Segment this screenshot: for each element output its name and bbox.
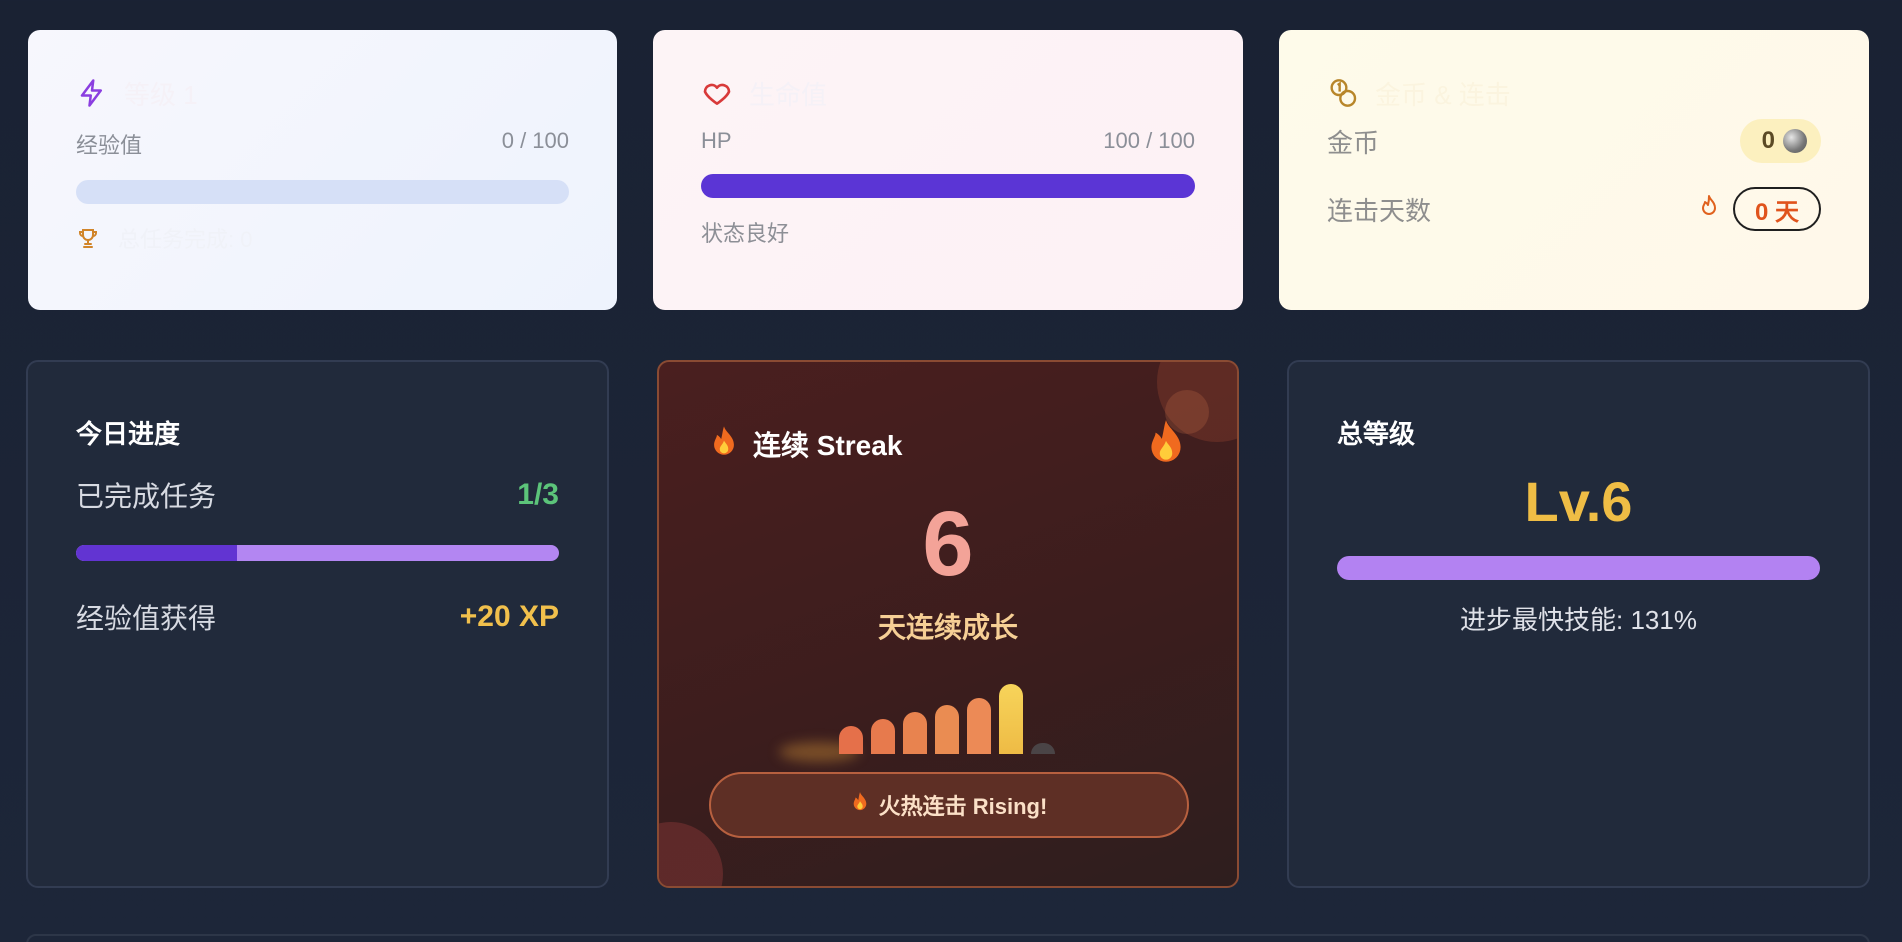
xp-value: 0 / 100 [501,128,569,153]
streak-status-label: 火热连击 Rising! [878,794,1048,819]
streak-bar [903,712,927,754]
streak-status-button[interactable]: 火热连击 Rising! [709,772,1189,838]
xp-progress-bar [76,180,569,204]
hp-status: 状态良好 [701,221,790,246]
coins-icon [1327,77,1359,109]
streak-bar [1031,743,1055,754]
gold-card: 金币 & 连击 金币 0 连击天数 0 天 [1279,30,1869,310]
gold-value: 0 [1761,127,1775,154]
level-card: 等级 1 经验值 0 / 100 总任务完成: 0 [28,30,617,310]
streak-bar [999,684,1023,754]
xp-gained-value: +20 XP [459,600,559,633]
today-progress-card: 今日进度 已完成任务 1/3 经验值获得 +20 XP [26,360,609,888]
today-title: 今日进度 [76,419,181,449]
streak-title: 连续 Streak [753,430,903,461]
gold-badge: 0 [1739,119,1821,163]
streak-bar [935,705,959,754]
flame-icon [1699,194,1719,225]
hp-value: 100 / 100 [1103,128,1195,153]
fastest-skill: 进步最快技能: 131% [1460,605,1697,635]
tasks-progress-fill [76,545,237,561]
streak-bars [839,672,1059,754]
flame-icon [709,425,739,464]
hp-label: HP [701,128,732,153]
tasks-progress-bar [76,545,559,561]
streak-days: 6 [922,493,974,595]
trophy-icon [76,226,100,250]
flame-icon [851,791,869,819]
total-level: Lv.6 [1524,470,1633,533]
streak-subtitle: 天连续成长 [877,612,1018,643]
level-title: 等级 1 [124,79,198,110]
decor-circle [659,822,723,886]
xp-gained-label: 经验值获得 [76,603,217,634]
streak-days-badge: 0 天 [1732,187,1821,231]
streak-bar [871,719,895,754]
heart-icon [701,77,733,109]
total-level-bar [1337,556,1820,580]
gold-label: 金币 [1327,127,1380,158]
flame-icon [1145,418,1187,473]
hp-title: 生命值 [749,79,828,110]
completed-count: 总任务完成: 0 [118,227,253,252]
tasks-label: 已完成任务 [76,481,217,512]
hp-progress-bar [701,174,1195,198]
coin-icon [1783,129,1807,153]
gold-title: 金币 & 连击 [1375,79,1511,110]
lightning-icon [76,77,108,109]
total-title: 总等级 [1337,419,1416,449]
streak-days-label: 连击天数 [1327,195,1432,226]
xp-label: 经验值 [76,133,143,158]
tasks-value: 1/3 [517,478,559,511]
hp-card: 生命值 HP 100 / 100 状态良好 [653,30,1243,310]
streak-bar [967,698,991,754]
streak-bar [839,726,863,754]
total-level-card: 总等级 Lv.6 进步最快技能: 131% [1287,360,1870,888]
streak-card: 连续 Streak 6 天连续成长 火热连击 Rising! [657,360,1239,888]
next-section-edge [26,934,1870,942]
